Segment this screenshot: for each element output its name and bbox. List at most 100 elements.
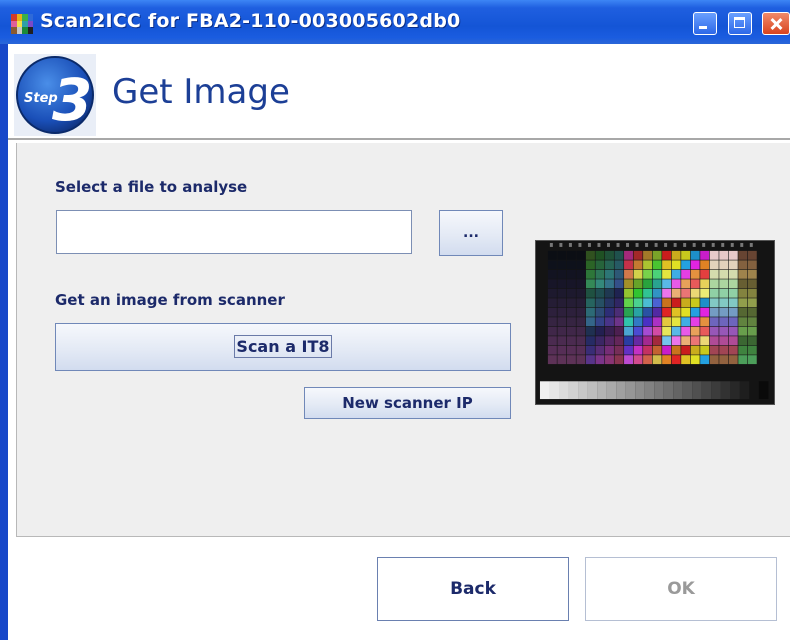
ok-button[interactable]: OK [585,557,777,621]
it8-tick [616,242,620,247]
it8-patch [690,260,700,270]
it8-patch [690,326,700,336]
it8-grey-patch [625,381,636,400]
scanner-label: Get an image from scanner [55,291,285,309]
it8-grey-patch [749,381,759,400]
it8-patch [709,279,719,289]
it8-patch [633,307,643,317]
it8-patch [700,269,710,279]
it8-patch [576,298,586,308]
it8-patch [662,317,672,327]
it8-patch [566,298,576,308]
close-button[interactable] [762,12,790,35]
maximize-button[interactable] [728,12,752,35]
it8-patch [566,307,576,317]
it8-grey-patch [559,381,569,400]
it8-patch [547,250,557,260]
it8-patch [747,345,757,355]
it8-patch [728,317,738,327]
it8-patch [709,317,719,327]
it8-patch [681,326,691,336]
it8-tick [749,242,753,247]
it8-patch [690,355,700,365]
it8-patch [576,269,586,279]
it8-patch [719,326,729,336]
it8-patch [747,288,757,298]
it8-patch [605,336,614,346]
it8-patch [671,336,681,346]
it8-patch [671,279,681,289]
it8-patch [643,279,653,289]
it8-patch [652,317,662,327]
it8-patch [709,260,719,270]
new-scanner-ip-button[interactable]: New scanner IP [304,387,511,419]
it8-patch [700,326,710,336]
it8-patch [595,336,605,346]
it8-patch [719,269,729,279]
it8-patch [709,298,719,308]
it8-patch [643,288,653,298]
it8-patch [747,326,757,336]
it8-patch [576,345,586,355]
it8-patch [690,336,700,346]
it8-patch [681,250,691,260]
it8-grey-patch [539,381,550,400]
it8-patch [719,317,729,327]
it8-patch [624,260,633,270]
it8-grey-patch [578,381,588,400]
it8-patch [643,336,653,346]
it8-patch [662,326,672,336]
window-title: Scan2ICC for FBA2-110-003005602db0 [40,10,461,32]
page-title: Get Image [112,72,290,112]
it8-patch [652,336,662,346]
it8-patch [719,336,729,346]
it8-patch [681,345,691,355]
it8-grey-patch [616,381,626,400]
it8-patch [738,345,748,355]
it8-patch [557,260,567,270]
it8-patch [576,260,586,270]
it8-patch [624,355,633,365]
select-file-label: Select a file to analyse [55,178,248,196]
browse-file-button[interactable]: ... [439,210,503,256]
it8-patch [738,279,748,289]
it8-grey-patch [606,381,617,400]
it8-patch [595,345,605,355]
scan-it8-button[interactable]: Scan a IT8 [55,323,511,371]
it8-grey-patch [673,381,683,400]
it8-patch [719,288,729,298]
it8-tick [654,242,658,247]
it8-patch [547,336,557,346]
it8-patch [662,260,672,270]
it8-patch [719,355,729,365]
it8-grey-scale [539,381,769,400]
it8-patch [585,269,595,279]
it8-patch [643,298,653,308]
it8-patch [700,298,710,308]
it8-patch [576,326,586,336]
it8-patch [566,345,576,355]
it8-tick [721,242,725,247]
it8-patch [652,298,662,308]
app-color-grid-icon [11,14,33,34]
it8-patch [681,355,691,365]
it8-patch [728,279,738,289]
it8-tick [578,242,582,247]
it8-patch [700,279,710,289]
it8-grey-patch [739,381,750,400]
it8-patch [557,250,567,260]
back-button[interactable]: Back [377,557,569,621]
it8-patch [605,298,614,308]
it8-patch [595,317,605,327]
it8-patch [671,250,681,260]
it8-patch [585,317,595,327]
title-bar: Scan2ICC for FBA2-110-003005602db0 [0,0,790,45]
it8-patch [662,307,672,317]
it8-grey-patch [654,381,664,400]
it8-patch [662,345,672,355]
it8-patch [700,307,710,317]
file-path-input[interactable] [56,210,412,254]
it8-patch [719,260,729,270]
minimize-button[interactable] [693,12,717,35]
window-border [0,44,8,640]
